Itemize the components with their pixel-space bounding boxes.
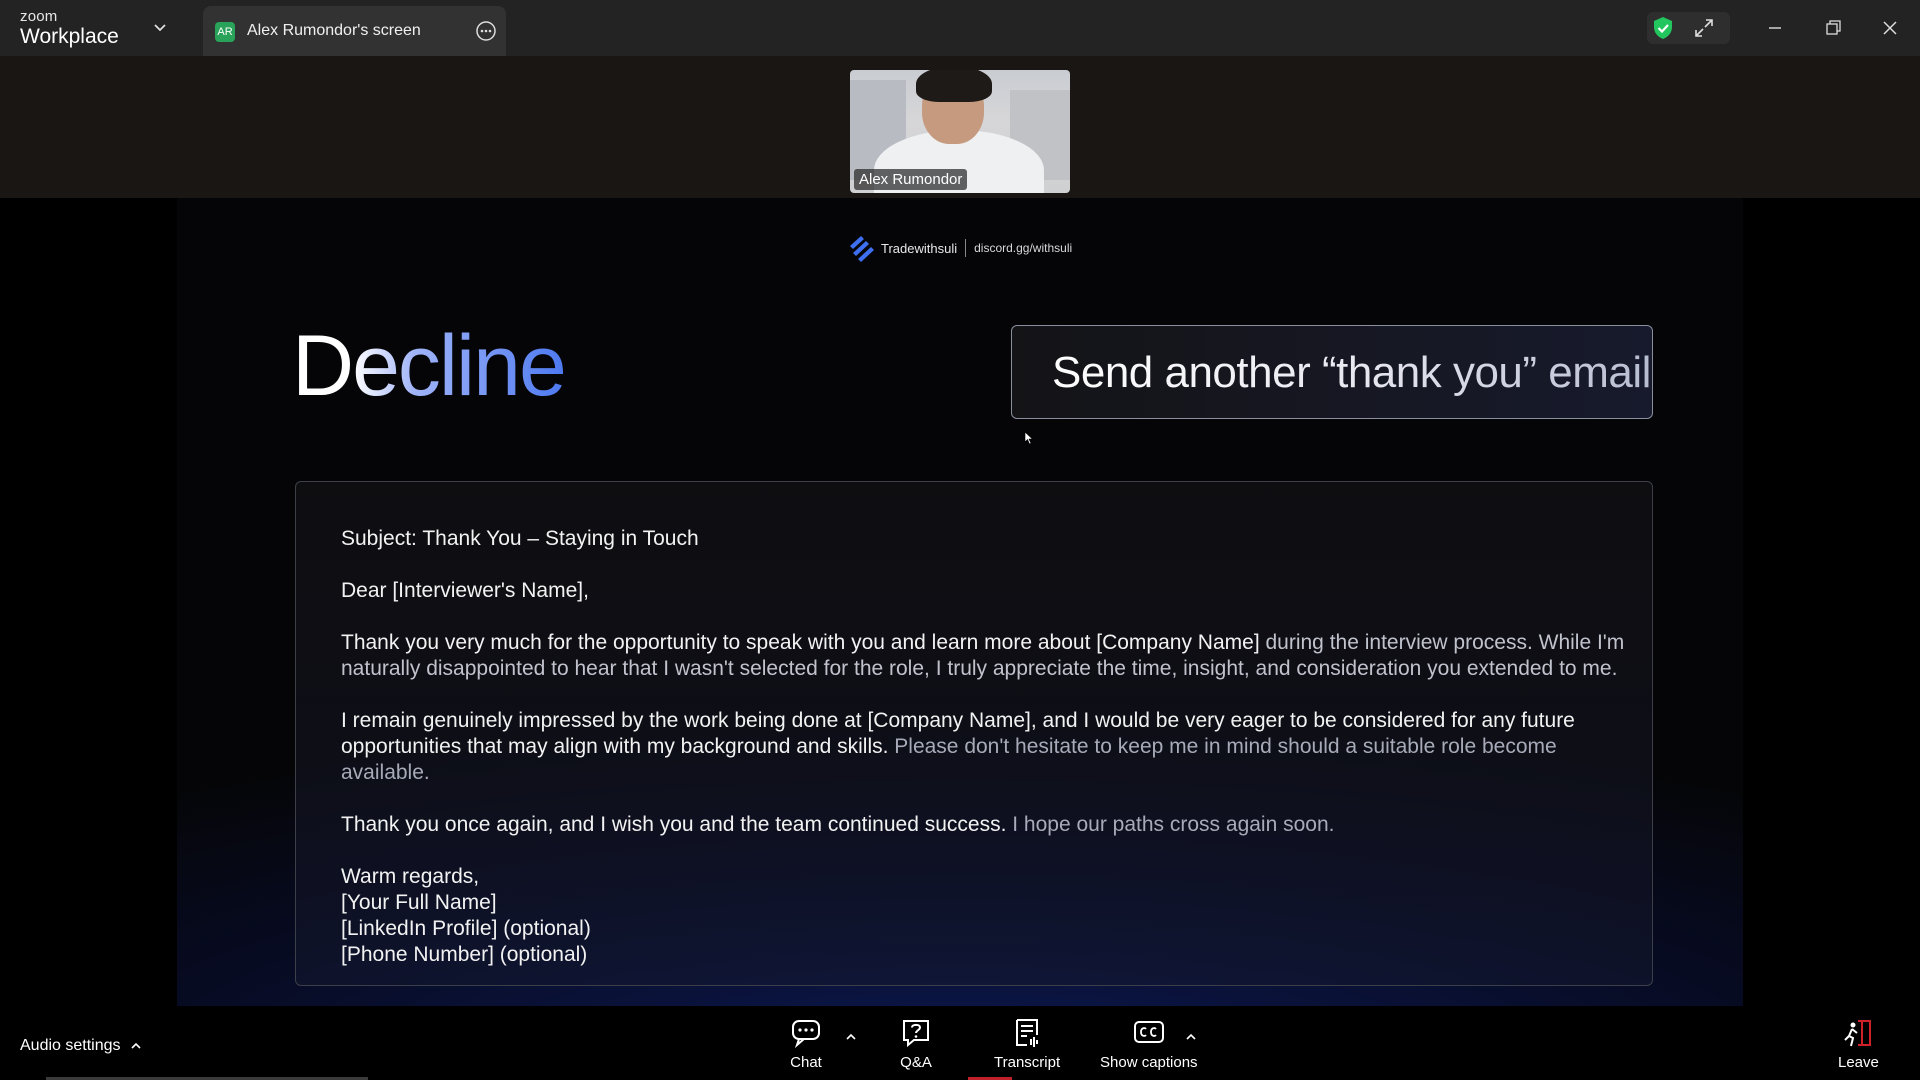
email-paragraph-2: I remain genuinely impressed by the work… xyxy=(341,708,1641,786)
close-icon[interactable] xyxy=(1876,14,1904,42)
tab-avatar: AR xyxy=(215,22,235,42)
show-captions-label: Show captions xyxy=(1100,1054,1198,1071)
slide-title: Decline xyxy=(292,318,567,414)
chevron-up-icon[interactable] xyxy=(1184,1030,1198,1044)
slide-header: Tradewithsuli discord.gg/withsuli xyxy=(847,233,1072,263)
tab-shared-screen[interactable]: AR Alex Rumondor's screen xyxy=(203,6,506,56)
expand-icon[interactable] xyxy=(1692,16,1716,40)
transcript-icon xyxy=(1016,1019,1039,1047)
transcript-button[interactable]: Transcript xyxy=(994,1018,1060,1071)
signature-linkedin: [LinkedIn Profile] (optional) xyxy=(341,917,591,940)
tab-title: Alex Rumondor's screen xyxy=(247,22,421,39)
cta-box: Send another “thank you” email xyxy=(1011,325,1653,419)
mouse-pointer-icon xyxy=(1024,431,1034,445)
transcript-label: Transcript xyxy=(994,1054,1061,1071)
brand-logo-icon xyxy=(850,236,874,262)
restore-icon[interactable] xyxy=(1819,14,1847,42)
qa-label: Q&A xyxy=(900,1054,932,1071)
brand-large-text: Workplace xyxy=(20,25,119,48)
email-body: Subject: Thank You – Staying in Touch De… xyxy=(341,526,1641,968)
chevron-up-icon xyxy=(130,1042,141,1049)
leave-button[interactable]: Leave xyxy=(1838,1018,1879,1071)
qa-icon xyxy=(903,1020,929,1048)
email-paragraph-1: Thank you very much for the opportunity … xyxy=(341,630,1641,682)
email-greeting: Dear [Interviewer's Name], xyxy=(341,579,589,602)
email-closing: Warm regards, xyxy=(341,865,480,888)
participant-video-tile[interactable]: Alex Rumondor xyxy=(850,70,1070,193)
audio-settings-button[interactable]: Audio settings xyxy=(20,1037,143,1055)
participant-name: Alex Rumondor xyxy=(854,169,968,190)
app-brand: zoom Workplace xyxy=(20,9,119,47)
email-text: Thank you very much for the opportunity … xyxy=(341,631,1266,654)
meeting-toolbar: Audio settings Chat Q&A Transcript Show … xyxy=(0,1006,1920,1080)
email-template-box: Subject: Thank You – Staying in Touch De… xyxy=(295,481,1653,986)
shared-slide: Tradewithsuli discord.gg/withsuli Declin… xyxy=(177,198,1743,1006)
cta-text: Send another “thank you” email xyxy=(1052,348,1651,397)
audio-settings-label: Audio settings xyxy=(20,1037,121,1054)
signature-name: [Your Full Name] xyxy=(341,891,497,914)
email-text-faded: I hope our paths cross again soon. xyxy=(1012,813,1335,836)
shield-check-icon[interactable] xyxy=(1650,15,1676,41)
chevron-up-icon[interactable] xyxy=(844,1030,858,1044)
leave-label: Leave xyxy=(1838,1054,1879,1071)
chevron-down-icon[interactable] xyxy=(150,18,170,38)
brand-name: Tradewithsuli xyxy=(881,240,958,256)
title-bar: zoom Workplace AR Alex Rumondor's screen xyxy=(0,0,1920,56)
signature-phone: [Phone Number] (optional) xyxy=(341,943,588,966)
chat-icon xyxy=(792,1020,820,1048)
show-captions-button[interactable]: Show captions xyxy=(1100,1018,1198,1071)
qa-button[interactable]: Q&A xyxy=(900,1018,932,1071)
email-signature: Warm regards, [Your Full Name] [LinkedIn… xyxy=(341,864,1641,968)
email-text: Thank you once again, and I wish you and… xyxy=(341,813,1013,836)
minimize-icon[interactable] xyxy=(1761,14,1789,42)
closed-captions-icon xyxy=(1133,1021,1164,1043)
video-person-hair xyxy=(916,70,992,102)
header-divider xyxy=(965,239,967,257)
email-subject: Subject: Thank You – Staying in Touch xyxy=(341,527,699,550)
more-options-icon[interactable] xyxy=(475,20,497,42)
brand-small-text: zoom xyxy=(20,8,58,25)
leave-icon xyxy=(1844,1020,1872,1047)
chat-label: Chat xyxy=(790,1054,822,1071)
chat-button[interactable]: Chat xyxy=(790,1018,822,1071)
email-paragraph-3: Thank you once again, and I wish you and… xyxy=(341,812,1641,838)
discord-link: discord.gg/withsuli xyxy=(974,241,1073,255)
